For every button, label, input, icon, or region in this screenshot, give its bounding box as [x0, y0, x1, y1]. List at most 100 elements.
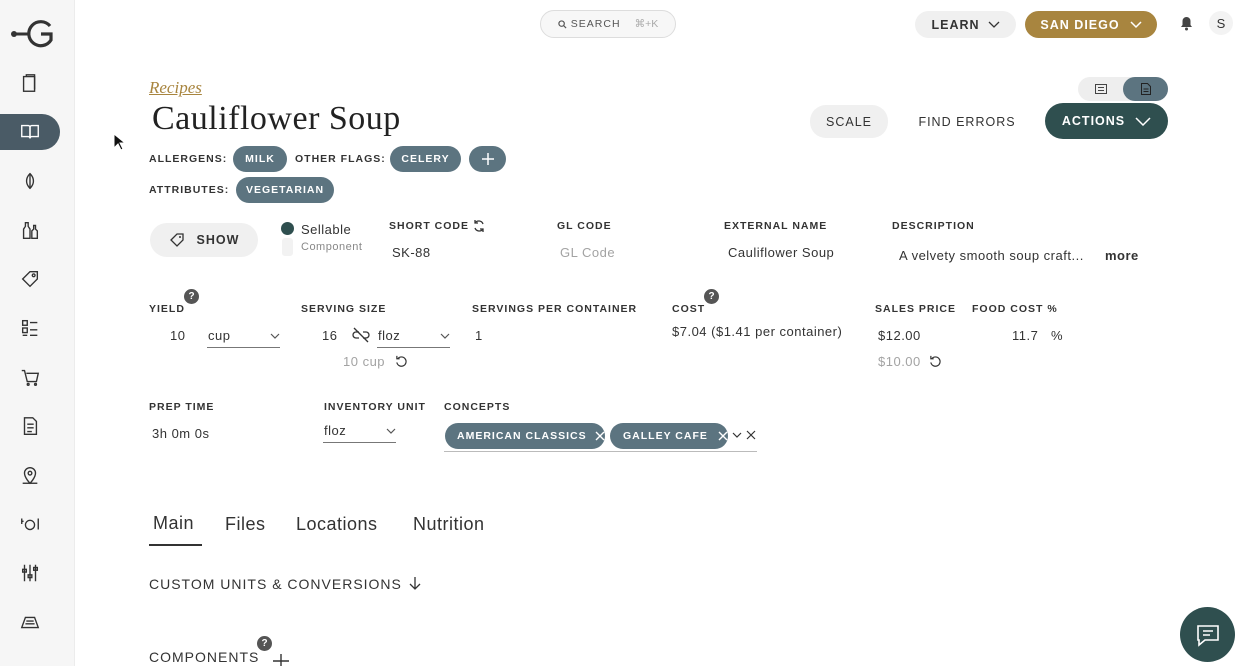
sidebar: [0, 0, 75, 666]
chevron-down-icon: [1130, 20, 1142, 28]
clipboard-icon[interactable]: [0, 65, 60, 101]
yield-help-icon[interactable]: ?: [184, 289, 199, 304]
search-button[interactable]: SEARCH ⌘+K: [540, 10, 676, 38]
show-button[interactable]: SHOW: [150, 223, 258, 257]
search-icon: [558, 19, 567, 29]
concept-chip[interactable]: AMERICAN CLASSICS: [445, 423, 605, 449]
sellable-radio[interactable]: [281, 222, 294, 235]
serving-size-value[interactable]: 16: [322, 328, 337, 343]
show-label: SHOW: [196, 233, 240, 247]
close-icon[interactable]: [718, 431, 728, 441]
cost-help-icon[interactable]: ?: [704, 289, 719, 304]
reset-icon[interactable]: [929, 355, 942, 368]
tab-files[interactable]: Files: [225, 514, 266, 535]
list-view-icon[interactable]: [1080, 78, 1122, 100]
external-name-value[interactable]: Cauliflower Soup: [728, 245, 834, 260]
other-flag-tag[interactable]: CELERY: [390, 146, 461, 172]
concepts-label: CONCEPTS: [444, 401, 511, 413]
mouse-cursor-icon: [113, 133, 125, 151]
location-pin-icon[interactable]: [0, 457, 60, 493]
gl-code-input[interactable]: GL Code: [560, 245, 615, 260]
servings-per-container-value[interactable]: 1: [475, 328, 483, 343]
plus-icon: [481, 153, 494, 165]
chevron-down-icon: [1135, 116, 1151, 126]
sales-price-value[interactable]: $12.00: [878, 328, 921, 343]
yield-value[interactable]: 10: [170, 328, 185, 343]
chevron-down-icon: [270, 333, 280, 339]
bottles-icon[interactable]: [0, 212, 60, 248]
document-view-icon[interactable]: [1123, 77, 1168, 101]
location-label: SAN DIEGO: [1040, 17, 1120, 32]
user-avatar[interactable]: S: [1209, 11, 1233, 35]
tag-icon[interactable]: [0, 261, 60, 297]
chat-icon: [1196, 624, 1219, 647]
sales-price-label: SALES PRICE: [875, 303, 957, 315]
cart-icon[interactable]: [0, 359, 60, 395]
component-label: Component: [301, 241, 363, 253]
location-selector[interactable]: SAN DIEGO: [1025, 11, 1157, 38]
allergen-tag[interactable]: MILK: [233, 146, 287, 172]
dining-icon[interactable]: [0, 506, 60, 542]
gl-code-label: GL CODE: [557, 220, 612, 232]
learn-button[interactable]: LEARN: [915, 11, 1016, 38]
clear-icon[interactable]: [746, 430, 756, 440]
serving-conversion: 10 cup: [343, 354, 386, 369]
prep-time-label: PREP TIME: [149, 401, 215, 413]
active-tab-indicator: [149, 544, 202, 546]
unlink-icon[interactable]: [352, 327, 370, 343]
app-logo[interactable]: [10, 18, 56, 50]
yield-label: YIELD: [149, 303, 185, 315]
learn-label: LEARN: [931, 17, 980, 32]
short-code-value[interactable]: SK-88: [392, 245, 431, 260]
onion-icon[interactable]: [0, 163, 60, 199]
tab-nutrition[interactable]: Nutrition: [413, 514, 485, 535]
plus-icon[interactable]: [272, 652, 290, 666]
prep-time-value[interactable]: 3h 0m 0s: [152, 426, 209, 441]
view-toggle: [1078, 77, 1168, 101]
chevron-down-icon: [988, 21, 999, 28]
actions-label: ACTIONS: [1061, 114, 1126, 128]
bell-icon[interactable]: [1180, 16, 1193, 31]
search-shortcut: ⌘+K: [634, 18, 659, 30]
food-cost-value[interactable]: 11.7: [1012, 328, 1038, 343]
sales-price-suggested: $10.00: [878, 354, 921, 369]
actions-button[interactable]: ACTIONS: [1045, 103, 1168, 139]
custom-units-section[interactable]: CUSTOM UNITS & CONVERSIONS: [149, 576, 402, 592]
chat-button[interactable]: [1180, 607, 1235, 662]
tab-main[interactable]: Main: [153, 513, 194, 534]
document-icon[interactable]: [0, 408, 60, 444]
external-name-label: EXTERNAL NAME: [724, 220, 828, 232]
concept-chip[interactable]: GALLEY CAFE: [610, 423, 728, 449]
sellable-label: Sellable: [301, 222, 352, 237]
close-icon[interactable]: [595, 431, 605, 441]
reset-icon[interactable]: [395, 355, 408, 368]
concept-chip-label: GALLEY CAFE: [623, 430, 708, 442]
chevron-down-icon[interactable]: [732, 432, 742, 438]
arrow-down-icon[interactable]: [409, 576, 421, 591]
add-flag-button[interactable]: [469, 146, 506, 172]
find-errors-button[interactable]: FIND ERRORS: [912, 105, 1022, 138]
short-code-label: SHORT CODE: [389, 220, 470, 232]
food-cost-unit: %: [1051, 328, 1064, 343]
inventory-unit-select[interactable]: floz: [324, 423, 346, 438]
checklist-icon[interactable]: [0, 310, 60, 346]
description-more-link[interactable]: more: [1105, 248, 1139, 263]
search-label: SEARCH: [570, 18, 621, 30]
breadcrumb-recipes[interactable]: Recipes: [149, 78, 202, 98]
component-radio[interactable]: [282, 238, 293, 256]
sliders-icon[interactable]: [0, 555, 60, 591]
serving-unit-select[interactable]: floz: [378, 328, 400, 343]
attribute-tag[interactable]: VEGETARIAN: [236, 177, 334, 203]
recipes-book-icon[interactable]: [0, 114, 60, 150]
yield-unit-select[interactable]: cup: [208, 328, 230, 343]
scale-button[interactable]: SCALE: [810, 105, 888, 138]
attributes-label: ATTRIBUTES:: [149, 184, 230, 196]
chevron-down-icon: [386, 428, 396, 434]
page-title: Cauliflower Soup: [152, 100, 401, 137]
tag-icon: [169, 233, 184, 247]
ticket-icon[interactable]: [0, 604, 60, 640]
components-help-icon[interactable]: ?: [257, 636, 272, 651]
chevron-down-icon: [440, 333, 450, 339]
tab-locations[interactable]: Locations: [296, 514, 378, 535]
refresh-icon[interactable]: [472, 219, 486, 233]
